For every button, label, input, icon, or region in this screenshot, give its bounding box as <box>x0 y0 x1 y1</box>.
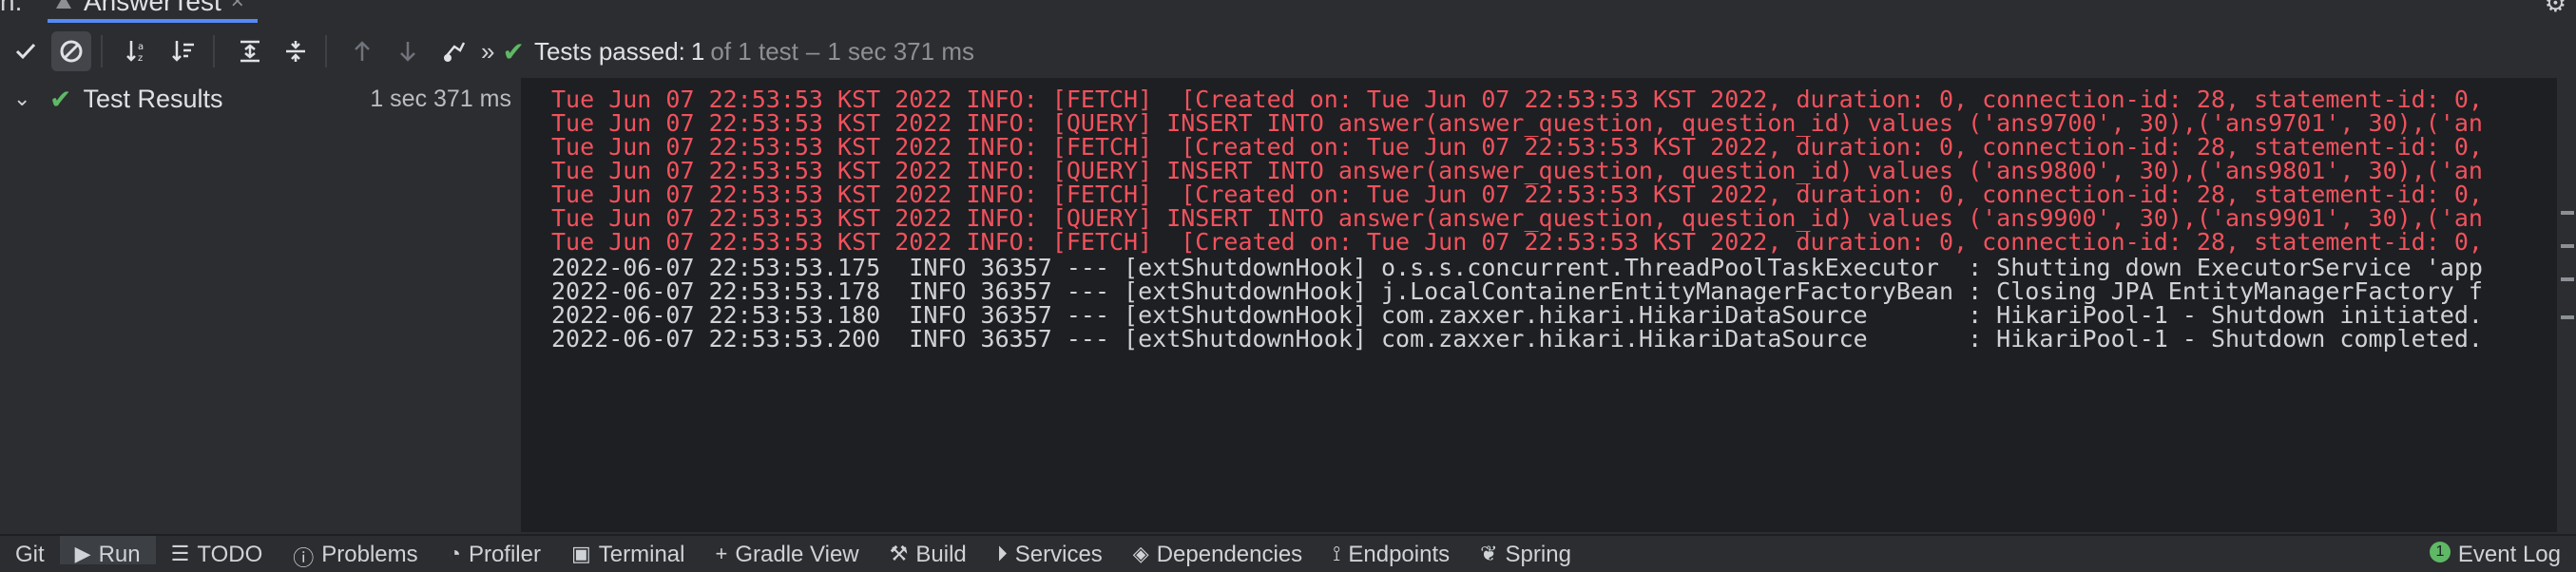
tool-todo[interactable]: ☰ TODO <box>156 536 279 567</box>
tool-services[interactable]: ⏵ Services <box>982 536 1118 567</box>
tool-problems[interactable]: ⓘ Problems <box>278 536 433 570</box>
expand-all-icon <box>240 40 260 63</box>
previous-failed-button[interactable] <box>342 31 382 71</box>
run-icon: ▶ <box>74 542 91 565</box>
tool-endpoints[interactable]: ⟟ Endpoints <box>1317 536 1465 567</box>
gear-icon[interactable]: ⚙ <box>2545 0 2566 18</box>
import-tests-button[interactable] <box>433 31 473 71</box>
spring-icon: ❦ <box>1480 542 1498 565</box>
tool-label: Profiler <box>468 542 541 567</box>
next-failed-button[interactable] <box>388 31 428 71</box>
status-separator: – <box>805 36 820 66</box>
tool-label: Git <box>15 542 45 567</box>
tab-answertest[interactable]: AnswerTest × <box>48 0 258 23</box>
tool-label: Spring <box>1505 542 1571 567</box>
tab-strip: n: AnswerTest × ⚙ <box>0 0 2576 23</box>
chevron-down-icon[interactable]: ⌄ <box>13 86 36 111</box>
tree-item-duration: 1 sec 371 ms <box>370 85 511 112</box>
tool-label: TODO <box>197 542 263 567</box>
test-runner-toolbar: az » ✔ Tests passed: 1 of 1 test – 1 sec… <box>0 30 2576 72</box>
terminal-icon: ▣ <box>570 542 591 565</box>
tool-label: Run <box>98 542 141 567</box>
tool-gradle-view[interactable]: + Gradle View <box>700 536 874 567</box>
tool-git[interactable]: Git <box>0 536 60 567</box>
expand-all-button[interactable] <box>230 31 270 71</box>
console-line: Tue Jun 07 22:53:53 KST 2022 INFO: [FETC… <box>551 228 2483 256</box>
total-count: of 1 test <box>710 36 798 66</box>
console-output[interactable]: Tue Jun 07 22:53:53 KST 2022 INFO: [FETC… <box>523 78 2557 532</box>
tool-label: Dependencies <box>1156 542 1303 567</box>
sort-alpha-icon: az <box>126 41 144 64</box>
services-icon: ⏵ <box>996 542 1008 565</box>
tool-run[interactable]: ▶ Run <box>59 536 156 567</box>
info-icon: ⓘ <box>293 546 315 570</box>
run-config-icon <box>56 0 71 9</box>
test-status: ✔ Tests passed: 1 of 1 test – 1 sec 371 … <box>502 36 974 67</box>
collapse-all-icon <box>286 41 305 62</box>
event-count-badge: 1 <box>2429 542 2451 562</box>
total-duration: 1 sec 371 ms <box>827 36 974 66</box>
scroll-marker <box>2561 277 2574 281</box>
console-line: 2022-06-07 22:53:53.200 INFO 36357 --- [… <box>551 325 2483 353</box>
dependencies-icon: ◈ <box>1132 542 1149 565</box>
more-actions-chevron[interactable]: » <box>481 37 494 67</box>
tool-label: Terminal <box>598 542 685 567</box>
tree-item-label: Test Results <box>83 84 223 113</box>
sort-alphabetically-button[interactable]: az <box>118 31 158 71</box>
passed-check-icon: ✔ <box>502 36 525 67</box>
tool-terminal[interactable]: ▣ Terminal <box>556 536 701 567</box>
passed-count: 1 <box>690 36 705 66</box>
arrow-up-icon <box>355 41 370 61</box>
plus-icon: + <box>715 542 728 565</box>
profiler-icon: ◔ <box>448 542 461 565</box>
scroll-marker <box>2561 211 2574 215</box>
sort-by-duration-button[interactable] <box>163 31 203 71</box>
check-icon <box>15 43 36 60</box>
tool-profiler[interactable]: ◔ Profiler <box>433 536 556 567</box>
tool-label: Services <box>1014 542 1103 567</box>
tool-build[interactable]: ⚒ Build <box>875 536 982 567</box>
ignored-icon <box>60 40 83 63</box>
tool-window-bar: Git ▶ Run ☰ TODO ⓘ Problems ◔ Profiler ▣… <box>0 534 2576 570</box>
toolbar-separator <box>213 35 215 67</box>
toolbar-separator <box>325 35 327 67</box>
collapse-all-button[interactable] <box>276 31 316 71</box>
tool-label: Event Log <box>2457 542 2561 567</box>
tool-label: Build <box>915 542 967 567</box>
console-side-toolbar <box>2557 78 2576 532</box>
tab-close-icon[interactable]: × <box>231 0 244 15</box>
svg-text:a: a <box>138 42 144 52</box>
show-passed-button[interactable] <box>6 31 46 71</box>
import-tests-icon <box>444 42 466 62</box>
tool-event-log[interactable]: 1 Event Log <box>2414 536 2576 567</box>
tab-strip-prefix: n: <box>0 0 23 16</box>
scroll-marker <box>2561 244 2574 248</box>
tool-label: Endpoints <box>1348 542 1451 567</box>
test-tree-panel: ⌄ ✔ Test Results 1 sec 371 ms <box>0 78 523 532</box>
tree-item-test-results[interactable]: ⌄ ✔ Test Results 1 sec 371 ms <box>0 80 521 118</box>
tab-label: AnswerTest <box>84 0 221 16</box>
sort-duration-icon <box>172 41 194 62</box>
svg-text:z: z <box>138 53 143 64</box>
tool-label: Gradle View <box>735 542 859 567</box>
endpoints-icon: ⟟ <box>1333 542 1341 565</box>
status-label: Tests passed: <box>533 36 685 66</box>
scroll-marker <box>2561 315 2574 319</box>
tool-dependencies[interactable]: ◈ Dependencies <box>1118 536 1317 567</box>
list-icon: ☰ <box>170 542 190 565</box>
hammer-icon: ⚒ <box>889 542 909 565</box>
passed-check-icon: ✔ <box>49 84 72 114</box>
arrow-down-icon <box>400 42 415 62</box>
toolbar-separator <box>101 35 103 67</box>
show-ignored-button[interactable] <box>51 31 91 71</box>
tool-spring[interactable]: ❦ Spring <box>1465 536 1586 567</box>
tool-label: Problems <box>321 542 418 567</box>
